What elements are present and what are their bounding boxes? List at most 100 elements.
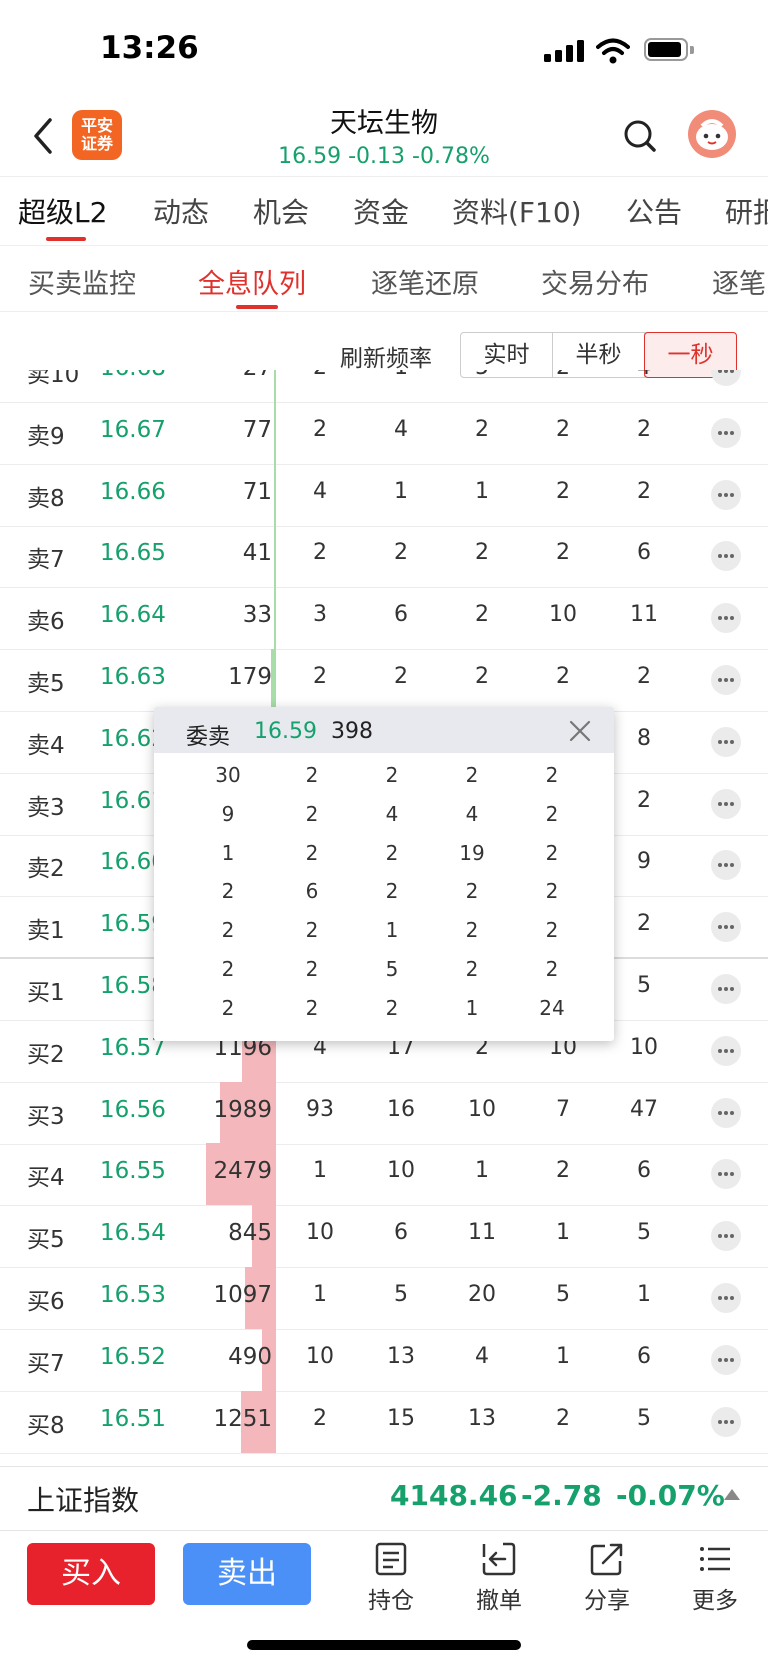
tab-dynamics[interactable]: 动态	[153, 191, 209, 231]
tab-research[interactable]: 研报	[725, 191, 768, 231]
queue-order-size: 2	[394, 664, 408, 689]
tab-opportunity[interactable]: 机会	[253, 191, 309, 231]
queue-order-size: 4	[475, 1343, 489, 1369]
subtab-full-queue[interactable]: 全息队列	[198, 262, 306, 301]
queue-order-size: 10	[630, 1034, 658, 1060]
subtab-trade-distribution[interactable]: 交易分布	[541, 262, 649, 301]
bid-row[interactable]: 买7 16.52 490 10 13 4 1 6	[0, 1328, 768, 1392]
popup-order-size: 2	[221, 957, 235, 981]
subtab-order-monitor[interactable]: 买卖监控	[28, 262, 136, 301]
ask-row[interactable]: 卖6 16.64 33 3 6 2 10 11	[0, 587, 768, 651]
row-more-icon[interactable]	[711, 912, 741, 943]
row-more-icon[interactable]	[711, 1406, 741, 1437]
ask-row[interactable]: 卖5 16.63 179 2 2 2 2 2	[0, 649, 768, 712]
cancel-order-button[interactable]: 撤单	[459, 1541, 539, 1615]
back-arrow-icon[interactable]	[26, 114, 66, 158]
buy-button[interactable]: 买入	[27, 1543, 155, 1605]
refresh-rate-label: 刷新频率	[340, 346, 432, 372]
ask-row[interactable]: 卖7 16.65 41 2 2 2 2 6	[0, 525, 768, 589]
subtab-tick-by-tick[interactable]: 逐笔	[712, 262, 766, 301]
bid-row[interactable]: 买6 16.53 1097 1 5 20 5 1	[0, 1267, 768, 1330]
popup-order-size: 2	[221, 918, 235, 943]
row-more-icon[interactable]	[711, 974, 741, 1004]
tab-profile-f10[interactable]: 资料(F10)	[452, 191, 582, 231]
sell-button[interactable]: 卖出	[183, 1543, 311, 1605]
index-ticker-bar[interactable]: 上证指数 4148.46 -2.78 -0.07%	[0, 1466, 768, 1531]
level-label: 卖1	[27, 918, 65, 945]
popup-order-size: 2	[305, 995, 319, 1020]
row-more-icon[interactable]	[711, 726, 741, 757]
bid-row[interactable]: 买8 16.51 1251 2 15 13 2 5	[0, 1390, 768, 1454]
row-more-icon[interactable]	[711, 370, 741, 386]
queue-order-size: 11	[468, 1220, 496, 1246]
battery-icon	[644, 38, 696, 63]
row-more-icon[interactable]	[711, 1344, 741, 1375]
popup-order-size: 2	[385, 840, 399, 865]
queue-order-size: 2	[290, 370, 350, 380]
queue-order-size: 2	[394, 540, 408, 566]
level-label: 卖9	[27, 423, 65, 450]
home-indicator	[247, 1640, 521, 1650]
main-tab-bar: 超级L2 动态 机会 资金 资料(F10) 公告 研报	[0, 176, 768, 246]
queue-order-size: 2	[556, 416, 570, 442]
stock-quote: 16.59 -0.13 -0.78%	[278, 144, 490, 169]
level-price: 16.63	[100, 664, 166, 690]
popup-order-size: 2	[221, 879, 235, 904]
close-icon[interactable]	[568, 719, 592, 743]
row-more-icon[interactable]	[711, 1221, 741, 1252]
queue-order-size: 20	[468, 1282, 496, 1307]
search-icon[interactable]	[620, 116, 660, 156]
popup-order-size: 2	[305, 763, 319, 787]
queue-order-size: 1	[475, 1158, 489, 1184]
level-volume: 490	[228, 1343, 272, 1370]
row-more-icon[interactable]	[711, 479, 741, 510]
avatar[interactable]	[688, 110, 736, 158]
popup-order-size: 2	[465, 879, 479, 904]
popup-order-size: 2	[545, 918, 559, 943]
row-more-icon[interactable]	[711, 1283, 741, 1313]
popup-order-size: 6	[305, 879, 319, 904]
row-more-icon[interactable]	[711, 1035, 741, 1066]
tab-super-l2[interactable]: 超级L2	[18, 191, 107, 231]
row-more-icon[interactable]	[711, 603, 741, 634]
subtab-tick-replay[interactable]: 逐笔还原	[371, 262, 479, 301]
row-more-icon[interactable]	[711, 665, 741, 695]
popup-order-size: 5	[385, 957, 399, 981]
share-button[interactable]: 分享	[567, 1541, 647, 1615]
row-more-icon[interactable]	[711, 541, 741, 572]
more-button[interactable]: 更多	[675, 1541, 755, 1615]
queue-order-size: 2	[313, 540, 327, 566]
ask-row[interactable]: 卖10 16.68 27 2 1 5 2 4	[0, 370, 768, 403]
ask-row[interactable]: 卖8 16.66 71 4 1 1 2 2	[0, 463, 768, 527]
queue-order-size: 2	[556, 540, 570, 566]
row-more-icon[interactable]	[711, 788, 741, 819]
row-more-icon[interactable]	[711, 1159, 741, 1190]
row-more-icon[interactable]	[711, 417, 741, 448]
expand-up-arrow-icon[interactable]	[724, 1489, 740, 1500]
popup-order-size: 2	[545, 840, 559, 865]
queue-order-size: 1	[394, 478, 408, 504]
tab-capital[interactable]: 资金	[353, 191, 409, 231]
ask-row[interactable]: 卖9 16.67 77 2 4 2 2 2	[0, 401, 768, 465]
queue-order-size: 5	[637, 1220, 651, 1246]
queue-order-size: 1	[556, 1220, 570, 1246]
broker-logo[interactable]: 平安 证券	[72, 110, 122, 160]
positions-button[interactable]: 持仓	[351, 1541, 431, 1615]
more-menu-icon	[700, 1547, 730, 1571]
cellular-signal-icon	[544, 40, 586, 62]
tab-announcements[interactable]: 公告	[626, 191, 682, 231]
level-label: 卖7	[27, 547, 65, 574]
wifi-icon	[596, 38, 630, 64]
level-volume: 179	[228, 664, 272, 690]
queue-order-size: 5	[556, 1282, 570, 1307]
queue-order-size: 2	[637, 416, 651, 442]
level-price: 16.53	[100, 1282, 166, 1308]
popup-header: 委卖 16.59 398	[154, 707, 614, 753]
bid-row[interactable]: 买5 16.54 845 10 6 11 1 5	[0, 1205, 768, 1269]
mascot-icon	[696, 119, 728, 150]
bid-row[interactable]: 买4 16.55 2479 1 10 1 2 6	[0, 1143, 768, 1207]
level-price: 16.64	[100, 602, 166, 629]
row-more-icon[interactable]	[711, 850, 741, 881]
bid-row[interactable]: 买3 16.56 1989 93 16 10 7 47	[0, 1081, 768, 1145]
row-more-icon[interactable]	[711, 1097, 741, 1128]
